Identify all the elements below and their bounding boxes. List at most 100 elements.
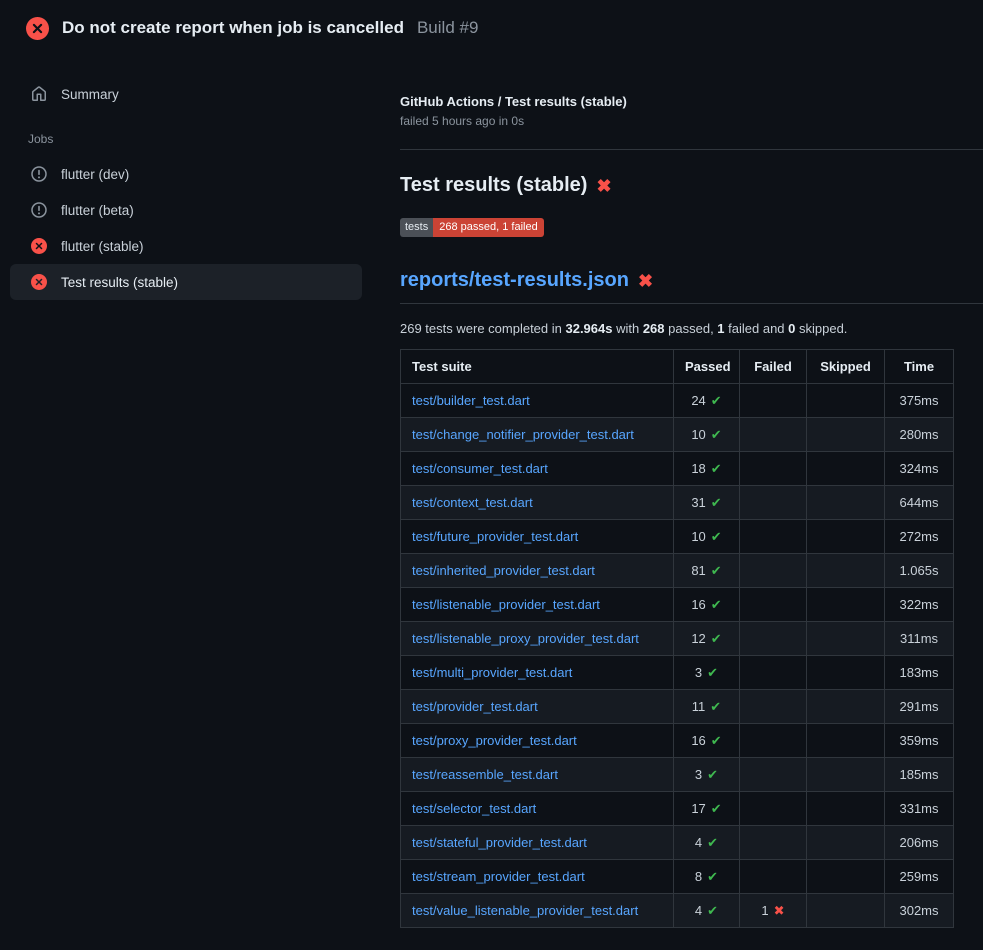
skipped-cell: [807, 588, 885, 622]
cross-icon: ✖: [774, 903, 785, 918]
suite-link[interactable]: test/value_listenable_provider_test.dart: [412, 903, 638, 918]
check-icon: ✔: [711, 563, 722, 578]
suite-cell: test/stateful_provider_test.dart: [401, 826, 674, 860]
suite-cell: test/provider_test.dart: [401, 690, 674, 724]
test-results-table: Test suite Passed Failed Skipped Time te…: [400, 349, 954, 928]
sidebar-item-flutter-stable[interactable]: flutter (stable): [10, 228, 362, 264]
failed-cell: [740, 588, 807, 622]
check-icon: ✔: [707, 835, 718, 850]
sidebar-item-summary[interactable]: Summary: [10, 76, 362, 112]
build-failed-icon: [26, 17, 49, 40]
suite-link[interactable]: test/provider_test.dart: [412, 699, 538, 714]
build-title: Do not create report when job is cancell…: [62, 18, 404, 38]
suite-link[interactable]: test/change_notifier_provider_test.dart: [412, 427, 634, 442]
passed-cell: 10✔: [674, 418, 740, 452]
suite-cell: test/future_provider_test.dart: [401, 520, 674, 554]
sidebar-item-flutter-dev[interactable]: flutter (dev): [10, 156, 362, 192]
report-link[interactable]: reports/test-results.json: [400, 269, 629, 292]
table-row: test/consumer_test.dart 18✔ 324ms: [401, 452, 954, 486]
failed-cell: [740, 690, 807, 724]
passed-cell: 17✔: [674, 792, 740, 826]
col-skipped: Skipped: [807, 350, 885, 384]
failed-cell: [740, 758, 807, 792]
suite-cell: test/proxy_provider_test.dart: [401, 724, 674, 758]
suite-link[interactable]: test/context_test.dart: [412, 495, 533, 510]
time-cell: 331ms: [885, 792, 954, 826]
summary-text: passed,: [665, 321, 718, 336]
suite-cell: test/listenable_proxy_provider_test.dart: [401, 622, 674, 656]
skipped-cell: [807, 486, 885, 520]
summary-text: failed and: [725, 321, 789, 336]
table-row: test/reassemble_test.dart 3✔ 185ms: [401, 758, 954, 792]
failed-cell: [740, 656, 807, 690]
report-failed-cross-icon: ✖: [638, 272, 653, 290]
suite-link[interactable]: test/stateful_provider_test.dart: [412, 835, 587, 850]
table-row: test/change_notifier_provider_test.dart …: [401, 418, 954, 452]
failed-icon: [31, 274, 47, 290]
suite-cell: test/consumer_test.dart: [401, 452, 674, 486]
passed-cell: 31✔: [674, 486, 740, 520]
passed-cell: 4✔: [674, 894, 740, 928]
suite-link[interactable]: test/selector_test.dart: [412, 801, 536, 816]
passed-cell: 10✔: [674, 520, 740, 554]
suite-link[interactable]: test/future_provider_test.dart: [412, 529, 578, 544]
table-row: test/future_provider_test.dart 10✔ 272ms: [401, 520, 954, 554]
summary-failed-count: 1: [717, 321, 724, 336]
sidebar: Summary Jobs flutter (dev) flutter (beta…: [0, 56, 376, 300]
check-icon: ✔: [711, 733, 722, 748]
skipped-cell: [807, 384, 885, 418]
passed-cell: 81✔: [674, 554, 740, 588]
job-label: flutter (stable): [61, 239, 144, 254]
job-label: flutter (beta): [61, 203, 134, 218]
summary-duration: 32.964s: [565, 321, 612, 336]
test-table-body: test/builder_test.dart 24✔ 375ms test/ch…: [401, 384, 954, 928]
suite-link[interactable]: test/inherited_provider_test.dart: [412, 563, 595, 578]
failed-cell: [740, 860, 807, 894]
suite-link[interactable]: test/reassemble_test.dart: [412, 767, 558, 782]
table-row: test/listenable_proxy_provider_test.dart…: [401, 622, 954, 656]
table-row: test/selector_test.dart 17✔ 331ms: [401, 792, 954, 826]
suite-link[interactable]: test/listenable_provider_test.dart: [412, 597, 600, 612]
suite-link[interactable]: test/stream_provider_test.dart: [412, 869, 585, 884]
passed-cell: 3✔: [674, 758, 740, 792]
skipped-cell: [807, 758, 885, 792]
passed-cell: 18✔: [674, 452, 740, 486]
divider: [400, 149, 983, 150]
check-icon: ✔: [711, 597, 722, 612]
build-header: Do not create report when job is cancell…: [0, 0, 983, 56]
check-icon: ✔: [707, 903, 718, 918]
suite-link[interactable]: test/listenable_proxy_provider_test.dart: [412, 631, 639, 646]
suite-cell: test/listenable_provider_test.dart: [401, 588, 674, 622]
sidebar-item-test-results-stable[interactable]: Test results (stable): [10, 264, 362, 300]
suite-link[interactable]: test/proxy_provider_test.dart: [412, 733, 577, 748]
suite-link[interactable]: test/multi_provider_test.dart: [412, 665, 572, 680]
skipped-cell: [807, 418, 885, 452]
check-icon: ✔: [707, 767, 718, 782]
time-cell: 280ms: [885, 418, 954, 452]
main-content: GitHub Actions / Test results (stable) f…: [376, 56, 983, 928]
workflow-breadcrumb: GitHub Actions / Test results (stable): [400, 94, 954, 109]
skipped-cell: [807, 554, 885, 588]
sidebar-item-flutter-beta[interactable]: flutter (beta): [10, 192, 362, 228]
time-cell: 272ms: [885, 520, 954, 554]
check-icon: ✔: [711, 461, 722, 476]
suite-link[interactable]: test/builder_test.dart: [412, 393, 530, 408]
passed-cell: 16✔: [674, 724, 740, 758]
time-cell: 324ms: [885, 452, 954, 486]
passed-cell: 16✔: [674, 588, 740, 622]
skipped-cell: [807, 656, 885, 690]
failed-cell: [740, 826, 807, 860]
table-row: test/provider_test.dart 11✔ 291ms: [401, 690, 954, 724]
suite-cell: test/value_listenable_provider_test.dart: [401, 894, 674, 928]
report-title: reports/test-results.json ✖: [400, 269, 983, 304]
table-row: test/multi_provider_test.dart 3✔ 183ms: [401, 656, 954, 690]
skipped-cell: [807, 690, 885, 724]
suite-link[interactable]: test/consumer_test.dart: [412, 461, 548, 476]
table-header-row: Test suite Passed Failed Skipped Time: [401, 350, 954, 384]
col-time: Time: [885, 350, 954, 384]
time-cell: 1.065s: [885, 554, 954, 588]
table-row: test/listenable_provider_test.dart 16✔ 3…: [401, 588, 954, 622]
check-icon: ✔: [711, 529, 722, 544]
run-meta: failed 5 hours ago in 0s: [400, 114, 954, 128]
failed-cell: [740, 554, 807, 588]
